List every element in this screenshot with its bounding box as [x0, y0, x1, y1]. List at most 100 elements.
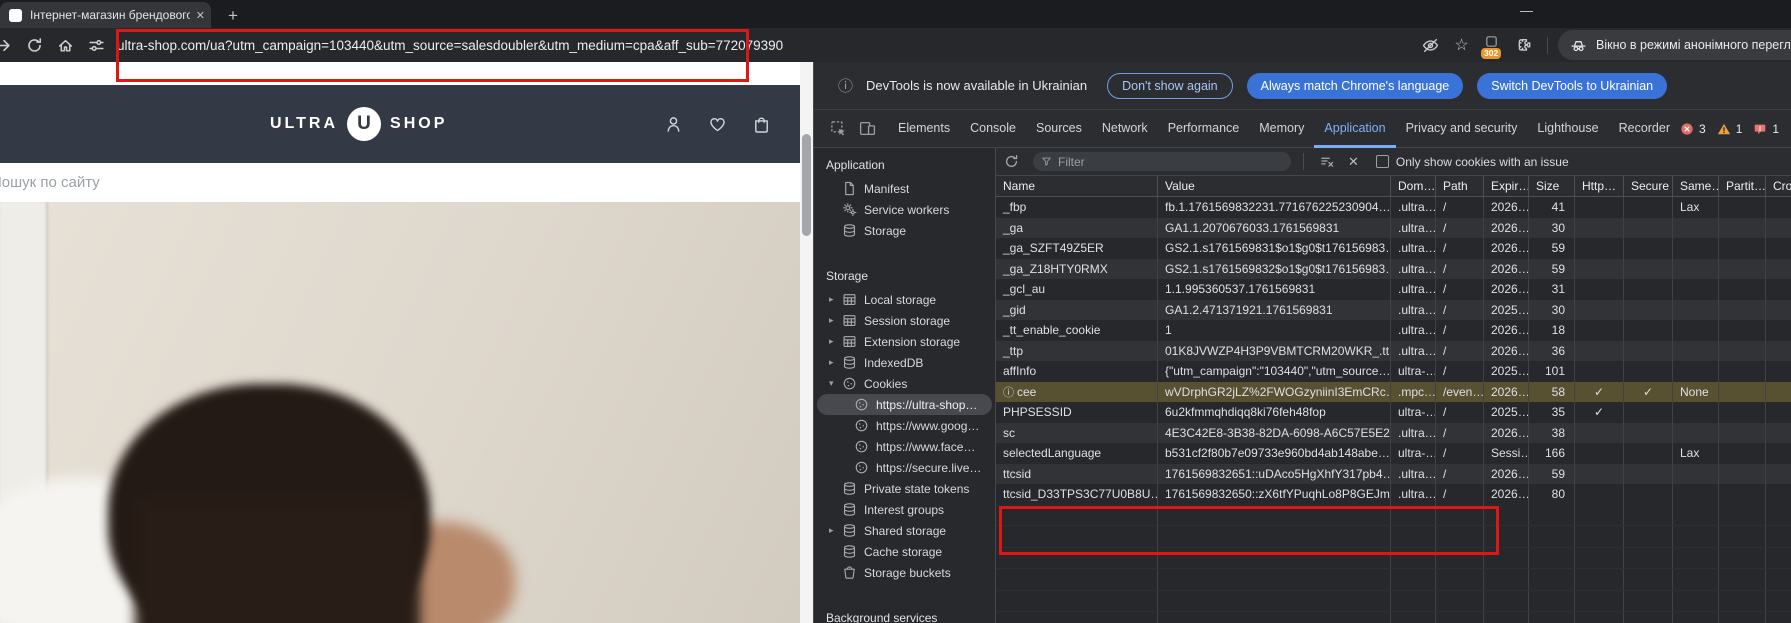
sidebar-item-https-www-goog[interactable]: https://www.goog…	[817, 415, 992, 436]
tab-application[interactable]: Application	[1314, 110, 1395, 148]
cookie-row-ga-szft49z5er[interactable]: _ga_SZFT49Z5ER GS2.1.s1761569831$o1$g0$t1…	[996, 238, 1791, 259]
db-icon	[842, 544, 857, 559]
cookie-row-sc[interactable]: sc 4E3C42E8-3B38-82DA-6098-A6C57E5E2… .ult…	[996, 422, 1791, 443]
shop-logo[interactable]: ULTRA U SHOP	[270, 85, 447, 163]
column-header-secure[interactable]: Secure	[1624, 176, 1673, 197]
device-toolbar-icon[interactable]	[859, 120, 876, 137]
sidebar-item-storage-buckets[interactable]: Storage buckets	[817, 562, 992, 583]
column-header-partit[interactable]: Partit…	[1719, 176, 1766, 197]
cookie-row-cee[interactable]: ⓘ cee wVDrphGR2jLZ%2FWOGzyniinI3EmCRc… .mpc…	[996, 381, 1791, 402]
always-match-language-button[interactable]: Always match Chrome's language	[1246, 72, 1464, 99]
cookie-row-ttp[interactable]: _ttp 01K8JVWZP4H3P9VBMTCRM20WKR_.tt.1 .ult…	[996, 340, 1791, 361]
empty-cell	[1673, 504, 1719, 525]
sidebar-item-private-state-tokens[interactable]: Private state tokens	[817, 478, 992, 499]
sidebar-item-session-storage[interactable]: ▸ Session storage	[817, 310, 992, 331]
tab-performance[interactable]: Performance	[1158, 110, 1250, 148]
issues-icon[interactable]	[1753, 122, 1767, 136]
chevron-right-icon[interactable]: ▸	[829, 294, 842, 305]
cookie-row-ttcsid[interactable]: ttcsid 1761569832651::uDAco5HgXhfY317pb4……	[996, 463, 1791, 484]
chevron-right-icon[interactable]: ▸	[829, 315, 842, 326]
column-header-same[interactable]: Same…	[1673, 176, 1719, 197]
account-icon[interactable]	[664, 115, 683, 134]
extension-button[interactable]: 302	[1481, 34, 1502, 59]
column-header-cross[interactable]: Cross	[1766, 176, 1791, 197]
tab-sources[interactable]: Sources	[1026, 110, 1092, 148]
cookie-row-gcl-au[interactable]: _gcl_au 1.1.995360537.1761569831 .ultra…/2…	[996, 279, 1791, 300]
site-search-input[interactable]: Пошук по сайту	[0, 163, 800, 203]
column-header-expir[interactable]: Expir…	[1484, 176, 1529, 197]
url-bar[interactable]: ultra-shop.com/ua?utm_campaign=103440&ut…	[105, 28, 1422, 62]
clear-filter-icon[interactable]	[1320, 154, 1335, 169]
warning-count: 1	[1735, 121, 1743, 136]
column-header-size[interactable]: Size	[1529, 176, 1575, 197]
eye-off-icon[interactable]	[1422, 37, 1439, 54]
chevron-down-icon[interactable]: ▾	[829, 378, 842, 389]
error-icon[interactable]	[1680, 122, 1694, 136]
chevron-right-icon[interactable]: ▸	[829, 336, 842, 347]
bookmark-star-icon[interactable]: ☆	[1453, 37, 1470, 54]
filter-input[interactable]: Filter	[1033, 152, 1291, 171]
sidebar-item-storage[interactable]: Storage	[817, 220, 992, 241]
home-icon[interactable]	[57, 37, 74, 54]
sidebar-item-indexeddb[interactable]: ▸ IndexedDB	[817, 352, 992, 373]
sidebar-item-https-www-face[interactable]: https://www.face…	[817, 436, 992, 457]
tab-lighthouse[interactable]: Lighthouse	[1527, 110, 1608, 148]
cookie-row-affinfo[interactable]: affInfo {"utm_campaign":"103440","utm_sou…	[996, 361, 1791, 382]
cookie-row-ttcsid-d33tps3c77u0b8u[interactable]: ttcsid_D33TPS3C77U0B8U… 1761569832650::zX…	[996, 484, 1791, 505]
column-header-dom[interactable]: Dom…	[1391, 176, 1436, 197]
cookie-row-ga[interactable]: _ga GA1.1.2070676033.1761569831 .ultra…/20…	[996, 217, 1791, 238]
sidebar-item-shared-storage[interactable]: ▸ Shared storage	[817, 520, 992, 541]
cookie-row-tt-enable-cookie[interactable]: _tt_enable_cookie 1 .ultra…/2026… 18	[996, 320, 1791, 341]
chevron-right-icon[interactable]: ▸	[829, 525, 842, 536]
cookie-partition	[1719, 217, 1766, 238]
sidebar-item-extension-storage[interactable]: ▸ Extension storage	[817, 331, 992, 352]
only-issues-checkbox[interactable]	[1375, 155, 1389, 168]
sidebar-item-manifest[interactable]: Manifest	[817, 178, 992, 199]
dont-show-again-button[interactable]: Don't show again	[1107, 72, 1233, 99]
sidebar-item-service-workers[interactable]: Service workers	[817, 199, 992, 220]
cookie-row-phpsessid[interactable]: PHPSESSID 6u2kfmmqhdiqq8ki76feh48fop ultra…	[996, 402, 1791, 423]
tab-close-icon[interactable]: ✕	[196, 9, 205, 22]
forward-icon[interactable]	[0, 37, 12, 54]
cookie-domain: .ultra…	[1391, 217, 1436, 238]
sidebar-item-https-ultra-shop[interactable]: https://ultra-shop…	[817, 394, 992, 415]
column-header-name[interactable]: Name	[996, 176, 1158, 197]
scrollbar-thumb[interactable]	[802, 134, 811, 236]
cookie-samesite	[1673, 484, 1719, 505]
wishlist-heart-icon[interactable]	[708, 115, 727, 134]
column-header-http[interactable]: Http…	[1575, 176, 1624, 197]
sidebar-item-https-secure-live[interactable]: https://secure.live…	[817, 457, 992, 478]
cart-bag-icon[interactable]	[752, 115, 771, 134]
column-header-path[interactable]: Path	[1436, 176, 1484, 197]
tab-network[interactable]: Network	[1092, 110, 1158, 148]
sidebar-item-local-storage[interactable]: ▸ Local storage	[817, 289, 992, 310]
site-settings-icon[interactable]	[88, 37, 105, 54]
chevron-right-icon[interactable]: ▸	[829, 357, 842, 368]
warning-icon[interactable]	[1717, 122, 1731, 136]
browser-tab[interactable]: Інтернет-магазин брендового ✕	[0, 2, 211, 28]
tab-title: Інтернет-магазин брендового	[30, 8, 190, 22]
cookie-row-gid[interactable]: _gid GA1.2.471371921.1761569831 .ultra…/20…	[996, 299, 1791, 320]
cookie-row-ga-z18hty0rmx[interactable]: _ga_Z18HTY0RMX GS2.1.s1761569832$o1$g0$t1…	[996, 258, 1791, 279]
sidebar-item-cookies[interactable]: ▾ Cookies	[817, 373, 992, 394]
tab-memory[interactable]: Memory	[1249, 110, 1314, 148]
devtools-tabbar: Elements Console Sources Network Performance…	[814, 110, 1791, 148]
tab-elements[interactable]: Elements	[888, 110, 960, 148]
tab-recorder[interactable]: Recorder	[1609, 110, 1680, 148]
switch-to-ukrainian-button[interactable]: Switch DevTools to Ukrainian	[1477, 72, 1668, 99]
sidebar-item-cache-storage[interactable]: Cache storage	[817, 541, 992, 562]
refresh-icon[interactable]	[26, 37, 43, 54]
inspect-element-icon[interactable]	[830, 120, 847, 137]
tab-console[interactable]: Console	[960, 110, 1026, 148]
window-minimize-button[interactable]: —	[1520, 3, 1533, 18]
sidebar-item-interest-groups[interactable]: Interest groups	[817, 499, 992, 520]
page-scrollbar[interactable]	[800, 62, 813, 623]
puzzle-extensions-icon[interactable]	[1516, 37, 1533, 54]
column-header-value[interactable]: Value	[1158, 176, 1391, 197]
new-tab-button[interactable]: +	[222, 5, 244, 27]
close-icon[interactable]: ✕	[1348, 154, 1359, 170]
cookie-row-fbp[interactable]: _fbp fb.1.1761569832231.771676225230904….…	[996, 197, 1791, 218]
refresh-cookies-icon[interactable]	[1004, 154, 1019, 169]
tab-privacy-and-security[interactable]: Privacy and security	[1396, 110, 1528, 148]
cookie-row-selectedlanguage[interactable]: selectedLanguage b531cf2f80b7e09733e960bd…	[996, 443, 1791, 464]
